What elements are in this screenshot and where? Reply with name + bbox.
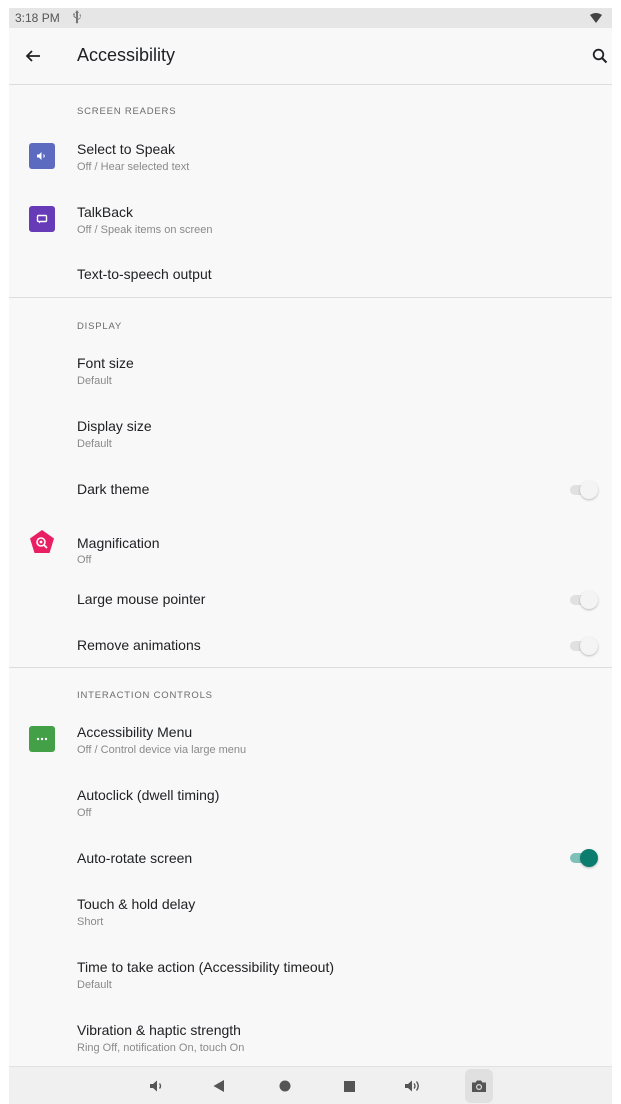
recents-square-icon [343,1080,355,1092]
volume-up-button[interactable] [401,1074,425,1098]
accessibility-screen: 3:18 PM Accessibility SCREEN READERS Sel… [9,8,612,1104]
search-icon [592,48,608,64]
magnification-title: Magnification [77,535,160,551]
select-to-speak-icon [29,143,55,169]
accessibility-timeout-item[interactable]: Time to take action (Accessibility timeo… [9,948,612,1008]
vibration-haptic-item[interactable]: Vibration & haptic strength Ring Off, no… [9,1011,612,1065]
magnification-icon [29,529,55,555]
auto-rotate-item[interactable]: Auto-rotate screen [9,840,612,880]
talkback-title: TalkBack [77,204,134,220]
home-nav-button[interactable] [273,1074,297,1098]
magnification-subtitle: Off [77,554,92,566]
divider [9,297,612,298]
dark-theme-switch[interactable] [570,479,598,501]
arrow-left-icon [25,50,40,62]
tts-output-item[interactable]: Text-to-speech output [9,256,612,296]
talkback-icon [29,206,55,232]
vibration-haptic-title: Vibration & haptic strength [77,1022,241,1038]
vibration-haptic-subtitle: Ring Off, notification On, touch On [77,1042,245,1054]
accessibility-menu-icon [29,726,55,752]
back-button[interactable] [21,44,45,68]
status-time: 3:18 PM [15,11,60,25]
large-mouse-pointer-item[interactable]: Large mouse pointer [9,582,612,622]
touch-hold-delay-subtitle: Short [77,916,104,928]
back-nav-button[interactable] [207,1074,231,1098]
remove-animations-title: Remove animations [77,637,201,653]
select-to-speak-subtitle: Off / Hear selected text [77,161,190,173]
dark-theme-item[interactable]: Dark theme [9,470,612,510]
remove-animations-switch[interactable] [570,635,598,657]
navigation-bar [9,1066,612,1104]
section-header-display: DISPLAY [77,321,123,332]
accessibility-menu-subtitle: Off / Control device via large menu [77,744,247,756]
touch-hold-delay-item[interactable]: Touch & hold delay Short [9,885,612,945]
touch-hold-delay-title: Touch & hold delay [77,896,196,912]
display-size-subtitle: Default [77,438,112,450]
display-size-title: Display size [77,418,152,434]
section-header-screen-readers: SCREEN READERS [77,106,177,117]
accessibility-menu-item[interactable]: Accessibility Menu Off / Control device … [9,713,612,773]
autoclick-subtitle: Off [77,807,92,819]
volume-up-icon [405,1080,419,1092]
volume-down-icon [150,1080,162,1092]
divider [9,667,612,668]
large-mouse-pointer-title: Large mouse pointer [77,591,206,607]
usb-icon [72,10,82,27]
home-circle-icon [279,1080,291,1092]
screenshot-button[interactable] [465,1069,493,1103]
status-bar: 3:18 PM [9,8,612,28]
app-bar: Accessibility [9,28,612,85]
font-size-subtitle: Default [77,375,112,387]
search-button[interactable] [588,44,612,68]
select-to-speak-title: Select to Speak [77,141,176,157]
talkback-subtitle: Off / Speak items on screen [77,224,213,236]
tts-output-title: Text-to-speech output [77,266,212,282]
wifi-icon [590,13,602,23]
autoclick-item[interactable]: Autoclick (dwell timing) Off [9,776,612,836]
back-triangle-icon [213,1080,224,1092]
accessibility-timeout-title: Time to take action (Accessibility timeo… [77,959,335,975]
autoclick-title: Autoclick (dwell timing) [77,787,220,803]
volume-down-button[interactable] [145,1074,169,1098]
recents-nav-button[interactable] [337,1074,361,1098]
large-mouse-pointer-switch[interactable] [570,589,598,611]
camera-icon [472,1080,486,1092]
talkback-item[interactable]: TalkBack Off / Speak items on screen [9,193,612,253]
font-size-item[interactable]: Font size Default [9,344,612,404]
dark-theme-title: Dark theme [77,481,150,497]
auto-rotate-switch[interactable] [570,847,598,869]
accessibility-menu-title: Accessibility Menu [77,724,193,740]
remove-animations-item[interactable]: Remove animations [9,628,612,668]
display-size-item[interactable]: Display size Default [9,407,612,467]
magnification-item[interactable]: Magnification Off [9,516,612,576]
accessibility-timeout-subtitle: Default [77,979,112,991]
section-header-interaction-controls: INTERACTION CONTROLS [77,690,213,701]
select-to-speak-item[interactable]: Select to Speak Off / Hear selected text [9,130,612,190]
auto-rotate-title: Auto-rotate screen [77,850,193,866]
page-title: Accessibility [77,45,176,65]
font-size-title: Font size [77,355,134,371]
